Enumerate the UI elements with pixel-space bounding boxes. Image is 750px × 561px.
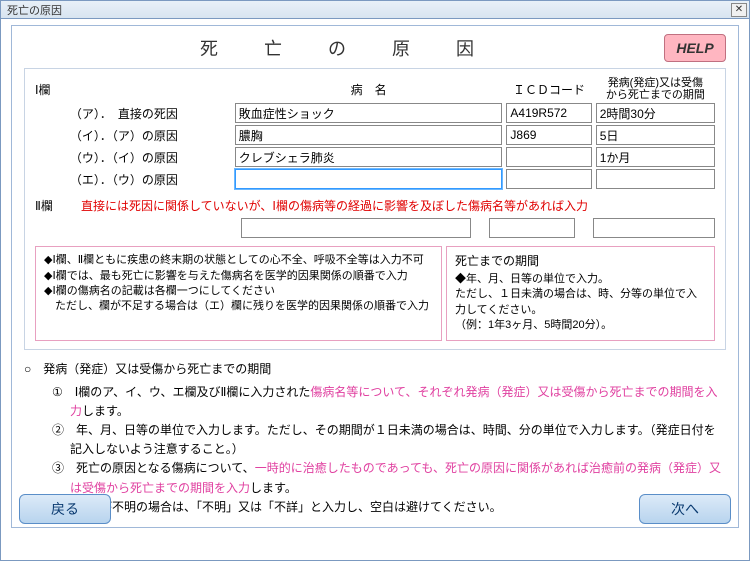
col-period-header: 発病(発症)又は受傷 から死亡までの期間 <box>596 77 715 101</box>
section-2-note: 直接には死因に関係していないが、Ⅰ欄の傷病等の経過に影響を及ぼした傷病名等があれ… <box>81 197 588 214</box>
row-a-label: （ア）． 直接の死因 <box>70 105 235 122</box>
row-i-icd-input[interactable] <box>506 125 591 145</box>
row-i-disease-input[interactable] <box>235 125 503 145</box>
col-icd-header: ＩＣＤコード <box>506 81 591 98</box>
note-item-1: ① Ⅰ欄のア、イ、ウ、エ欄及びⅡ欄に入力された傷病名等について、それぞれ発病（発… <box>52 383 726 421</box>
note-item-2: ② 年、月、日等の単位で入力します。ただし、その期間が１日未満の場合は、時間、分… <box>52 421 726 459</box>
col-disease-header: 病 名 <box>235 81 503 98</box>
page-title: 死 亡 の 原 因 <box>24 35 664 61</box>
row-i-label: （イ）．（ア）の原因 <box>70 127 235 144</box>
row-u-period-input[interactable] <box>596 147 715 167</box>
note-item-3: ③ 死亡の原因となる傷病について、一時的に治癒したものであっても、死亡の原因に関… <box>52 459 726 497</box>
row-e-disease-input[interactable] <box>235 169 503 189</box>
row-a-disease-input[interactable] <box>235 103 503 123</box>
section-2-label: Ⅱ欄 <box>35 197 71 214</box>
section2-icd-input[interactable] <box>489 218 575 238</box>
row-a-period-input[interactable] <box>596 103 715 123</box>
section2-period-input[interactable] <box>593 218 715 238</box>
section-1-frame: Ⅰ欄 病 名 ＩＣＤコード 発病(発症)又は受傷 から死亡までの期間 （ア）． … <box>24 68 726 350</box>
row-i-period-input[interactable] <box>596 125 715 145</box>
section2-disease-input[interactable] <box>241 218 471 238</box>
row-u-icd-input[interactable] <box>506 147 591 167</box>
row-e-icd-input[interactable] <box>506 169 591 189</box>
left-note-box: ◆Ⅰ欄、Ⅱ欄ともに疾患の終末期の状態としての心不全、呼吸不全等は入力不可 ◆Ⅰ欄… <box>35 246 442 340</box>
help-button[interactable]: HELP <box>664 34 726 62</box>
row-e-label: （エ）．（ウ）の原因 <box>70 171 235 188</box>
close-icon[interactable]: ✕ <box>731 3 747 17</box>
row-u-disease-input[interactable] <box>235 147 503 167</box>
row-e-period-input[interactable] <box>596 169 715 189</box>
next-button[interactable]: 次へ <box>639 494 731 524</box>
row-a-icd-input[interactable] <box>506 103 591 123</box>
window-title: 死亡の原因 <box>7 2 62 18</box>
section-1-label: Ⅰ欄 <box>35 81 70 98</box>
titlebar: 死亡の原因 ✕ <box>1 1 749 19</box>
row-u-label: （ウ）．（イ）の原因 <box>70 149 235 166</box>
right-note-box: 死亡までの期間 ◆年、月、日等の単位で入力。 ただし、１日未満の場合は、時、分等… <box>446 246 715 340</box>
back-button[interactable]: 戻る <box>19 494 111 524</box>
